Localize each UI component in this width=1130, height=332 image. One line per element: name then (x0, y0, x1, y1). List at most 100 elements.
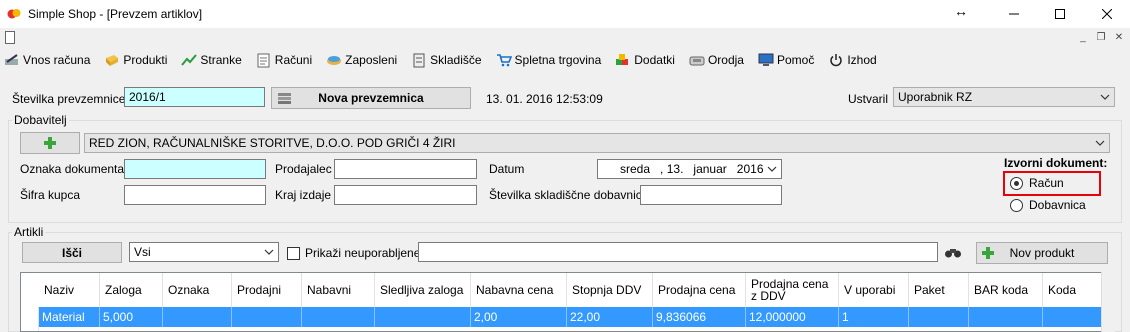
mdi-close-button[interactable]: ✕ (1111, 31, 1127, 45)
table-cell (232, 307, 302, 327)
menu-label: Orodja (707, 53, 744, 67)
created-by-value: Uporabnik RZ (898, 90, 973, 104)
document-icon (5, 31, 15, 44)
table-cell (909, 307, 969, 327)
seller-label: Prodajalec (275, 162, 332, 176)
articles-grid[interactable]: Naziv Zaloga Oznaka Prodajni Nabavni Sle… (20, 272, 1110, 332)
add-supplier-button[interactable] (20, 132, 80, 154)
supplier-value: RED ZION, RAČUNALNIŠKE STORITVE, D.O.O. … (89, 136, 456, 150)
radio-label: Dobavnica (1029, 198, 1086, 212)
menu-label: Zaposleni (345, 53, 398, 67)
menu-label: Pomoč (776, 53, 815, 67)
app-logo-icon (7, 9, 21, 19)
article-search-input[interactable] (418, 242, 938, 262)
cart-icon (496, 52, 512, 68)
menu-skladisce[interactable]: Skladišče (411, 49, 482, 71)
menu-label: Vnos računa (23, 53, 91, 67)
plus-icon (982, 247, 994, 259)
col-header[interactable]: Nabavna cena (471, 273, 567, 307)
menu-orodja[interactable]: Orodja (689, 49, 744, 71)
minimize-button[interactable] (991, 0, 1037, 28)
created-by-label: Ustvaril (848, 92, 889, 106)
date-weekday: sreda (620, 162, 651, 176)
menu-label: Izhod (847, 53, 877, 67)
search-button[interactable]: Išči (22, 242, 122, 263)
chevron-down-icon (264, 249, 274, 255)
issue-place-input[interactable] (334, 185, 477, 205)
date-year: 2016 (736, 162, 764, 176)
supplier-select[interactable]: RED ZION, RAČUNALNIŠKE STORITVE, D.O.O. … (84, 133, 1110, 153)
menu-bar: Vnos računa Produkti Stranke Računi Zapo… (0, 48, 1130, 72)
checkbox-icon (287, 246, 300, 260)
chevron-down-icon (1100, 94, 1110, 100)
customer-code-label: Šifra kupca (20, 188, 81, 202)
box-icon (104, 52, 120, 68)
table-cell: 5,000 (100, 307, 163, 327)
date-picker[interactable]: sreda , 13. januar 2016 (597, 159, 782, 179)
table-row[interactable]: Material 5,000 2,00 22,00 9,836066 12,00… (39, 307, 1109, 327)
maximize-icon (1055, 9, 1065, 19)
menu-label: Stranke (200, 53, 242, 67)
col-header[interactable]: Prodajna cena z DDV (746, 273, 839, 307)
col-header[interactable]: Zaloga (100, 273, 163, 307)
menu-label: Dodatki (634, 53, 675, 67)
radio-dobavnica[interactable]: Dobavnica (1010, 198, 1086, 212)
maximize-button[interactable] (1037, 0, 1083, 28)
col-header[interactable]: BAR koda (969, 273, 1043, 307)
delivery-note-label: Številka skladiščne dobavnice (489, 188, 649, 202)
created-by-select[interactable]: Uporabnik RZ (893, 87, 1115, 107)
col-header[interactable]: Sledljiva zaloga (375, 273, 471, 307)
binoculars-icon[interactable] (944, 245, 962, 259)
table-cell: Material (39, 307, 100, 327)
people-icon (326, 52, 342, 68)
menu-racuni[interactable]: Računi (256, 49, 312, 71)
menu-zaposleni[interactable]: Zaposleni (326, 49, 397, 71)
col-header[interactable]: Koda (1043, 273, 1103, 307)
radio-racun[interactable]: Račun (1010, 176, 1064, 190)
col-header[interactable]: Stopnja DDV (567, 273, 653, 307)
new-receipt-button[interactable]: Nova prevzemnica (271, 87, 471, 109)
filter-select[interactable]: Vsi (129, 242, 279, 262)
chevron-down-icon (1095, 140, 1105, 146)
resize-icon[interactable]: ↔ (954, 3, 968, 19)
menu-dodatki[interactable]: Dodatki (615, 49, 675, 71)
mdi-minimize-button[interactable]: _ (1075, 31, 1091, 45)
col-header[interactable]: Prodajna cena (653, 273, 746, 307)
menu-vnos-racuna[interactable]: Vnos računa (4, 49, 90, 71)
invoice-icon (256, 52, 272, 68)
table-cell (1043, 307, 1103, 327)
date-month: januar (693, 162, 727, 176)
warehouse-icon (411, 52, 427, 68)
menu-pomoc[interactable]: Pomoč (758, 49, 814, 71)
receipt-number-label: Številka prevzemnice (12, 92, 126, 106)
show-unused-checkbox[interactable]: Prikaži neuporabljene (287, 246, 420, 260)
col-header[interactable]: V uporabi (839, 273, 909, 307)
menu-izhod[interactable]: Izhod (828, 49, 877, 71)
date-day: 13. (666, 162, 684, 176)
mdi-restore-button[interactable]: ❐ (1093, 31, 1109, 45)
table-cell: 9,836066 (653, 307, 746, 327)
delivery-note-input[interactable] (640, 185, 782, 205)
source-doc-label: Izvorni dokument: (1004, 156, 1108, 170)
supplier-group-title: Dobavitelj (12, 113, 69, 127)
doc-mark-input[interactable] (124, 159, 266, 179)
new-product-button[interactable]: Nov produkt (976, 242, 1108, 264)
power-icon (828, 52, 844, 68)
col-header[interactable]: Nabavni (302, 273, 375, 307)
menu-spletna-trgovina[interactable]: Spletna trgovina (496, 49, 601, 71)
receipt-number-input[interactable]: 2016/1 (124, 87, 265, 107)
menu-produkti[interactable]: Produkti (104, 49, 167, 71)
chevron-down-icon (767, 166, 777, 172)
col-header[interactable]: Prodajni (232, 273, 302, 307)
seller-input[interactable] (334, 159, 477, 179)
filter-value: Vsi (134, 245, 151, 259)
col-header[interactable]: Paket (909, 273, 969, 307)
menu-stranke[interactable]: Stranke (181, 49, 242, 71)
grid-scrollbar[interactable] (1101, 272, 1115, 332)
col-header[interactable]: Naziv (39, 273, 100, 307)
timestamp: 13. 01. 2016 12:53:09 (486, 92, 603, 106)
col-header[interactable]: Oznaka (163, 273, 232, 307)
menu-label: Skladišče (430, 53, 482, 67)
customer-code-input[interactable] (124, 185, 266, 205)
close-button[interactable] (1084, 0, 1130, 28)
